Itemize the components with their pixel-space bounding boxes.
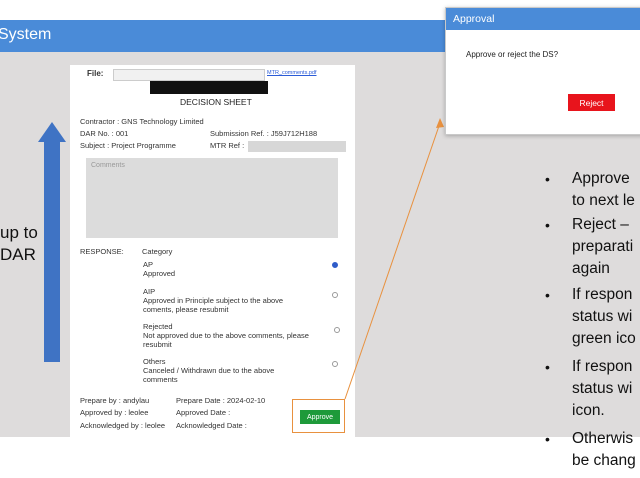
option-others-desc1: Canceled / Withdrawn due to the above	[143, 366, 275, 375]
option-ap-desc: Approved	[143, 269, 176, 278]
contractor-text: Contractor : GNS Technology Limited	[80, 117, 204, 126]
option-rejected-radio[interactable]	[334, 327, 340, 333]
prepare-by-text: Prepare by : andylau	[80, 396, 150, 405]
bullet-icon: •	[545, 431, 550, 447]
up-arrow-head-icon	[38, 122, 66, 142]
bullet-icon: •	[545, 217, 550, 233]
option-others-radio[interactable]	[332, 361, 338, 367]
reject-button[interactable]: Reject	[568, 94, 615, 111]
option-aip-radio[interactable]	[332, 292, 338, 298]
note-line: icon.	[572, 402, 605, 419]
bullet-icon: •	[545, 359, 550, 375]
sheet-title: DECISION SHEET	[180, 97, 252, 107]
left-caption-line2: DAR	[0, 245, 36, 264]
note-line: Reject –	[572, 216, 629, 233]
submission-ref-text: Submission Ref. : J59J712H188	[210, 129, 318, 138]
note-line: status wi	[572, 380, 633, 397]
comments-textarea[interactable]: Comments	[86, 158, 338, 238]
prepare-date-text: Prepare Date : 2024-02-10	[176, 396, 266, 405]
category-label: Category	[142, 247, 173, 256]
option-rejected-code: Rejected	[143, 322, 173, 331]
note-line: green ico	[572, 330, 636, 347]
mtr-ref-label: MTR Ref :	[210, 141, 245, 150]
acknowledged-date-text: Acknowledged Date :	[176, 421, 247, 430]
subject-text: Subject : Project Programme	[80, 141, 176, 150]
note-line: again	[572, 260, 610, 277]
note-line: status wi	[572, 308, 633, 325]
note-line: Approve	[572, 170, 630, 187]
dialog-header: Approval	[446, 8, 640, 30]
bullet-icon: •	[545, 287, 550, 303]
option-aip-desc2: coments, please resubmit	[143, 305, 229, 314]
redacted-bar	[150, 81, 268, 94]
option-rejected-desc1: Not approved due to the above comments, …	[143, 331, 309, 340]
acknowledged-by-text: Acknowledged by : leolee	[80, 421, 166, 430]
approved-by-text: Approved by : leolee	[80, 408, 149, 417]
comments-placeholder: Comments	[91, 162, 125, 169]
option-others-desc2: comments	[143, 375, 178, 384]
note-line: to next le	[572, 192, 635, 209]
bullet-icon: •	[545, 171, 550, 187]
approval-dialog: Approval Approve or reject the DS? Rejec…	[445, 7, 640, 135]
option-others-code: Others	[143, 357, 166, 366]
dar-no-text: DAR No. : 001	[80, 129, 129, 138]
note-line: Otherwis	[572, 430, 634, 447]
left-caption-line1: up to	[0, 223, 38, 242]
note-line: If respon	[572, 358, 633, 375]
note-line: If respon	[572, 286, 633, 303]
option-rejected-desc2: resubmit	[143, 340, 172, 349]
mtr-ref-field[interactable]	[248, 141, 346, 152]
response-label: RESPONSE:	[80, 247, 124, 256]
dialog-message: Approve or reject the DS?	[466, 50, 559, 59]
option-aip-desc1: Approved in Principle subject to the abo…	[143, 296, 284, 305]
app-title: System	[0, 26, 52, 43]
note-line: be chang	[572, 452, 636, 469]
option-ap-code: AP	[143, 260, 154, 269]
dialog-title: Approval	[453, 13, 495, 25]
decision-sheet: File: MTR_comments.pdf DECISION SHEET Co…	[70, 65, 355, 437]
option-ap-radio[interactable]	[332, 262, 338, 268]
up-arrow-icon	[44, 140, 60, 362]
approve-highlight-box	[292, 399, 345, 433]
file-field[interactable]	[113, 69, 265, 81]
file-label: File:	[87, 69, 104, 78]
note-line: preparati	[572, 238, 634, 255]
file-link[interactable]: MTR_comments.pdf	[267, 70, 317, 76]
approved-date-text: Approved Date :	[176, 408, 231, 417]
left-caption: up to DAR	[0, 222, 38, 266]
option-aip-code: AIP	[143, 287, 156, 296]
